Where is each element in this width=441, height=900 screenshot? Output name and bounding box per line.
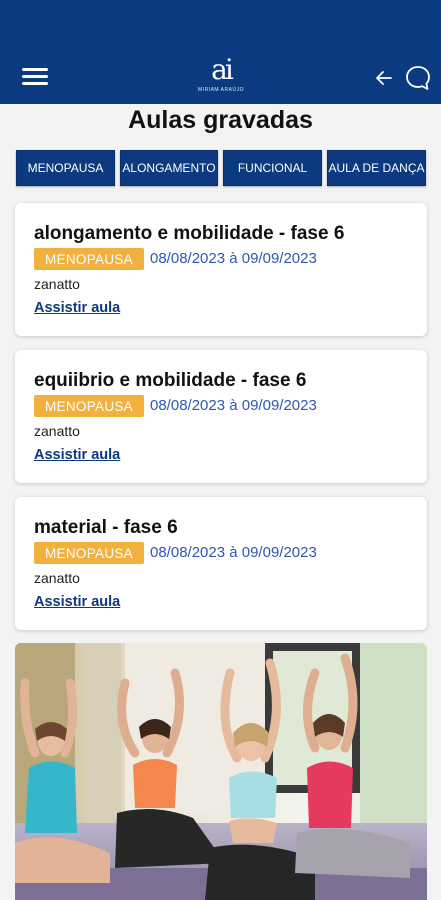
- hamburger-menu-icon[interactable]: [22, 68, 48, 88]
- filter-menopausa-button[interactable]: MENOPAUSA: [16, 150, 115, 186]
- app-header: ai MIRIAM ARAÚJO: [0, 0, 441, 104]
- class-author: zanatto: [34, 570, 80, 586]
- filter-alongamento-button[interactable]: ALONGAMENTO: [120, 150, 218, 186]
- page-title: Aulas gravadas: [128, 106, 313, 134]
- chat-bubble-icon[interactable]: [404, 64, 432, 92]
- class-title: material - fase 6: [34, 517, 178, 538]
- yoga-class-photo: [15, 643, 427, 900]
- arrow-left-icon[interactable]: [374, 68, 394, 88]
- class-card: material - fase 6 MENOPAUSA 08/08/2023 à…: [15, 497, 427, 630]
- filter-aula-de-danca-button[interactable]: AULA DE DANÇA: [327, 150, 426, 186]
- category-badge: MENOPAUSA: [34, 542, 144, 564]
- category-filter-bar: MENOPAUSA ALONGAMENTO FUNCIONAL AULA DE …: [16, 150, 426, 186]
- yoga-class-banner-image: [15, 643, 427, 900]
- class-dates: 08/08/2023 à 09/09/2023: [150, 397, 317, 414]
- class-card: alongamento e mobilidade - fase 6 MENOPA…: [15, 203, 427, 336]
- class-dates: 08/08/2023 à 09/09/2023: [150, 250, 317, 267]
- watch-class-link[interactable]: Assistir aula: [34, 447, 120, 463]
- watch-class-link[interactable]: Assistir aula: [34, 300, 120, 316]
- class-dates: 08/08/2023 à 09/09/2023: [150, 544, 317, 561]
- brand-logo: ai MIRIAM ARAÚJO: [190, 56, 252, 100]
- watch-class-link[interactable]: Assistir aula: [34, 594, 120, 610]
- class-author: zanatto: [34, 276, 80, 292]
- category-badge: MENOPAUSA: [34, 395, 144, 417]
- class-card: equiibrio e mobilidade - fase 6 MENOPAUS…: [15, 350, 427, 483]
- class-title: equiibrio e mobilidade - fase 6: [34, 370, 307, 391]
- class-author: zanatto: [34, 423, 80, 439]
- logo-mark: ai: [211, 53, 234, 86]
- filter-funcional-button[interactable]: FUNCIONAL: [223, 150, 322, 186]
- class-title: alongamento e mobilidade - fase 6: [34, 223, 345, 244]
- logo-text: MIRIAM ARAÚJO: [198, 87, 244, 93]
- category-badge: MENOPAUSA: [34, 248, 144, 270]
